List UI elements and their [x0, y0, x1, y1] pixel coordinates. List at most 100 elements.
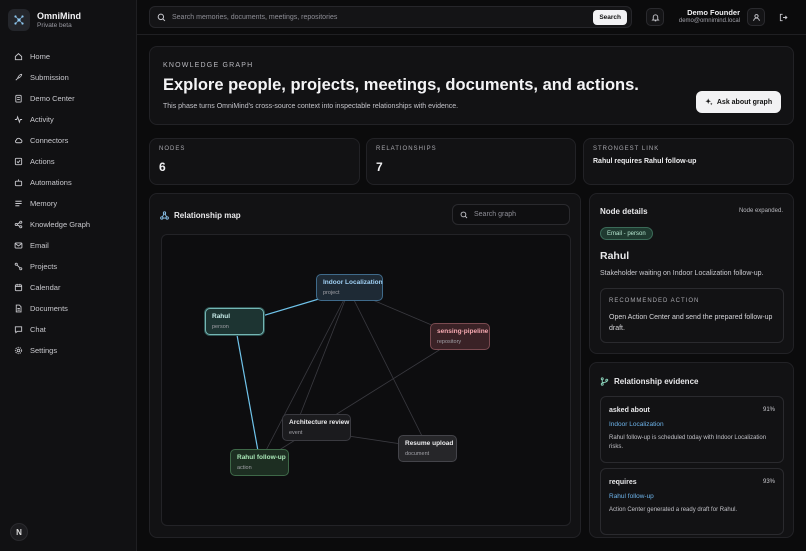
sidebar-item-label: Projects — [30, 262, 58, 271]
brand-name: OmniMind — [37, 11, 81, 21]
map-title: Relationship map — [160, 211, 241, 220]
evidence-target-link[interactable]: Rahul follow-up — [609, 493, 654, 500]
stat-label: NODES — [159, 146, 186, 152]
logout-button[interactable] — [774, 8, 792, 26]
edge-rahul-followup — [234, 323, 261, 463]
stat-value: 6 — [159, 160, 166, 174]
sidebar-item-knowledge-graph[interactable]: Knowledge Graph — [8, 214, 130, 235]
sidebar-item-automations[interactable]: Automations — [8, 172, 130, 193]
graph-icon — [14, 220, 23, 229]
sidebar-item-email[interactable]: Email — [8, 235, 130, 256]
search-icon — [460, 211, 468, 218]
route-icon — [14, 262, 23, 271]
user-info[interactable]: Demo Founder demo@omnimind.local — [665, 8, 740, 24]
sidebar-item-label: Submission — [30, 73, 69, 82]
sidebar-item-label: Memory — [30, 199, 58, 208]
topbar: Search memories, documents, meetings, re… — [137, 0, 806, 35]
edge-indoor-resume — [348, 289, 429, 449]
evidence-description: Rahul follow-up is scheduled today with … — [609, 435, 767, 450]
graph-node-resume-upload[interactable]: Resume upload document — [398, 435, 457, 462]
network-icon — [160, 211, 169, 220]
check-square-icon — [14, 157, 23, 166]
bell-icon — [650, 13, 660, 21]
evidence-target-link[interactable]: Indoor Localization — [609, 421, 664, 428]
graph-search-placeholder: Search graph — [474, 211, 517, 218]
notifications-button[interactable] — [646, 8, 664, 26]
sidebar-item-connectors[interactable]: Connectors — [8, 130, 130, 151]
sidebar-nav: Home Submission Demo Center Activity Con… — [8, 46, 130, 361]
graph-canvas[interactable]: Indoor Localization project Rahul person s… — [161, 234, 571, 526]
graph-search-input[interactable]: Search graph — [452, 204, 570, 225]
graph-node-rahul-follow-up[interactable]: Rahul follow-up action — [230, 449, 289, 476]
sidebar-item-label: Activity — [30, 115, 54, 124]
stat-label: RELATIONSHIPS — [376, 146, 437, 152]
user-icon — [752, 13, 760, 21]
sidebar-item-activity[interactable]: Activity — [8, 109, 130, 130]
sidebar-item-documents[interactable]: Documents — [8, 298, 130, 319]
search-button[interactable]: Search — [593, 9, 627, 25]
node-description: Stakeholder waiting on Indoor Localizati… — [600, 270, 764, 277]
brand[interactable]: OmniMind Private beta — [8, 9, 81, 31]
brand-logo-icon — [8, 9, 30, 31]
bot-icon — [14, 179, 23, 187]
search-input[interactable]: Search memories, documents, meetings, re… — [172, 14, 593, 21]
sparkles-icon — [705, 98, 713, 106]
home-icon — [14, 53, 23, 61]
stat-relationships: RELATIONSHIPS 7 — [366, 138, 576, 185]
sidebar-item-label: Automations — [30, 178, 72, 187]
sidebar-item-settings[interactable]: Settings — [8, 340, 130, 361]
node-details-status: Node expanded. — [738, 208, 783, 214]
user-email: demo@omnimind.local — [678, 18, 740, 24]
stat-value: 7 — [376, 160, 383, 174]
page-title: Explore people, projects, meetings, docu… — [163, 76, 639, 94]
sidebar-item-actions[interactable]: Actions — [8, 151, 130, 172]
evidence-item[interactable]: requires 93% Rahul follow-up Action Cent… — [600, 468, 784, 535]
sidebar: OmniMind Private beta Home Submission De… — [0, 0, 137, 551]
clipboard-icon — [15, 94, 22, 103]
sidebar-item-chat[interactable]: Chat — [8, 319, 130, 340]
sidebar-item-label: Actions — [30, 157, 55, 166]
stat-nodes: NODES 6 — [149, 138, 360, 185]
document-icon — [15, 304, 22, 313]
graph-node-sensing-pipeline[interactable]: sensing-pipeline repository — [430, 323, 490, 350]
sidebar-item-projects[interactable]: Projects — [8, 256, 130, 277]
sidebar-item-label: Demo Center — [30, 94, 75, 103]
sidebar-item-memory[interactable]: Memory — [8, 193, 130, 214]
sidebar-item-label: Home — [30, 52, 51, 61]
profile-button[interactable] — [747, 8, 765, 26]
mail-icon — [14, 242, 23, 249]
cloud-icon — [15, 137, 23, 144]
brand-subtitle: Private beta — [37, 22, 72, 29]
sidebar-item-label: Settings — [30, 346, 58, 355]
sidebar-item-home[interactable]: Home — [8, 46, 130, 67]
search-icon — [157, 13, 166, 21]
calendar-icon — [14, 283, 23, 292]
evidence-title: Relationship evidence — [600, 377, 698, 386]
evidence-confidence: 91% — [762, 407, 775, 413]
sidebar-item-submission[interactable]: Submission — [8, 67, 130, 88]
node-name: Rahul — [600, 250, 630, 262]
recommended-action-text: Open Action Center and send the prepared… — [609, 314, 773, 332]
graph-node-architecture-review[interactable]: Architecture review event — [282, 414, 351, 441]
relationship-evidence-card: Relationship evidence asked about 91% In… — [589, 362, 794, 538]
hero-card: KNOWLEDGE GRAPH Explore people, projects… — [149, 46, 794, 125]
node-details-title: Node details — [600, 207, 648, 216]
sidebar-item-demo-center[interactable]: Demo Center — [8, 88, 130, 109]
stat-label: STRONGEST LINK — [593, 146, 660, 152]
logout-icon — [779, 13, 788, 21]
graph-node-indoor-localization[interactable]: Indoor Localization project — [316, 274, 383, 301]
stat-value: Rahul requires Rahul follow-up — [593, 158, 697, 165]
sidebar-item-calendar[interactable]: Calendar — [8, 277, 130, 298]
sidebar-item-label: Documents — [30, 304, 68, 313]
graph-node-rahul[interactable]: Rahul person — [205, 308, 264, 335]
evidence-confidence: 93% — [762, 479, 775, 485]
evidence-title-text: Relationship evidence — [614, 377, 699, 386]
workspace-avatar[interactable]: N — [10, 523, 28, 541]
chat-icon — [14, 326, 23, 334]
global-search[interactable]: Search memories, documents, meetings, re… — [149, 6, 632, 28]
edge-indoor-arch — [294, 289, 350, 429]
evidence-item[interactable]: asked about 91% Indoor Localization Rahu… — [600, 396, 784, 463]
ask-about-graph-button[interactable]: Ask about graph — [696, 91, 781, 113]
branch-icon — [600, 377, 609, 386]
recommended-action: RECOMMENDED ACTION Open Action Center an… — [600, 288, 784, 343]
